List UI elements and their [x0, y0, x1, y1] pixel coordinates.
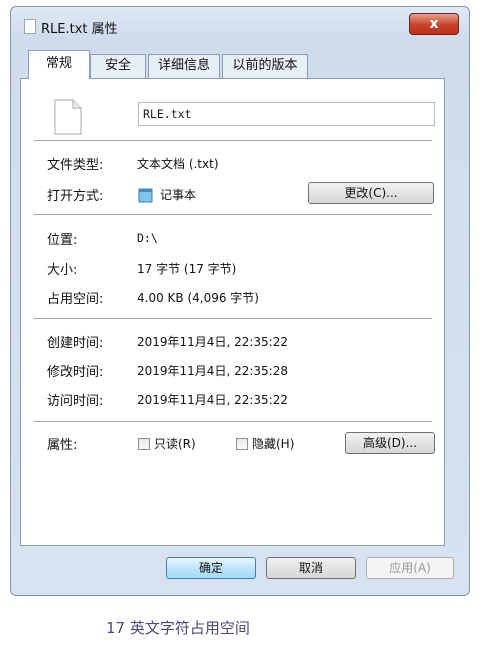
attributes-label: 属性:: [47, 438, 78, 453]
modified-value: 2019年11月4日, 22:35:28: [137, 364, 288, 378]
tab-details[interactable]: 详细信息: [148, 54, 220, 78]
modified-label: 修改时间:: [47, 365, 104, 380]
type-label: 文件类型:: [47, 158, 104, 173]
apply-button[interactable]: 应用(A): [366, 557, 454, 579]
tab-general[interactable]: 常规: [28, 50, 90, 79]
location-label: 位置:: [47, 233, 78, 248]
close-button[interactable]: x: [409, 13, 459, 35]
figure-caption: 17 英文字符占用空间: [106, 619, 250, 637]
hidden-label[interactable]: 隐藏(H): [252, 435, 294, 452]
size-label: 大小:: [47, 263, 78, 278]
ok-button[interactable]: 确定: [166, 557, 256, 579]
size-on-disk-label: 占用空间:: [47, 292, 104, 307]
location-value: D:\: [137, 231, 158, 245]
file-icon-small: [24, 19, 36, 34]
window-title: RLE.txt 属性: [41, 22, 118, 37]
separator: [34, 421, 432, 423]
separator: [34, 140, 432, 142]
file-name-input[interactable]: RLE.txt: [138, 102, 435, 126]
text-file-icon: [54, 99, 82, 135]
tab-previous-versions[interactable]: 以前的版本: [222, 54, 308, 78]
created-label: 创建时间:: [47, 336, 104, 351]
open-with-label: 打开方式:: [47, 189, 104, 204]
accessed-label: 访问时间:: [47, 394, 104, 409]
hidden-checkbox[interactable]: [236, 438, 248, 450]
type-value: 文本文档 (.txt): [137, 157, 219, 171]
separator: [34, 214, 432, 216]
open-with-value: 记事本: [160, 188, 197, 202]
separator: [34, 318, 432, 320]
readonly-checkbox[interactable]: [138, 438, 150, 450]
created-value: 2019年11月4日, 22:35:22: [137, 335, 288, 349]
notepad-icon: [138, 188, 153, 203]
advanced-button[interactable]: 高级(D)...: [345, 432, 435, 454]
accessed-value: 2019年11月4日, 22:35:22: [137, 393, 288, 407]
tab-security[interactable]: 安全: [90, 54, 146, 78]
size-value: 17 字节 (17 字节): [137, 262, 237, 276]
readonly-label[interactable]: 只读(R): [154, 435, 196, 452]
size-on-disk-value: 4.00 KB (4,096 字节): [137, 291, 259, 305]
general-panel: [20, 78, 445, 546]
cancel-button[interactable]: 取消: [266, 557, 356, 579]
change-button[interactable]: 更改(C)...: [308, 182, 434, 204]
